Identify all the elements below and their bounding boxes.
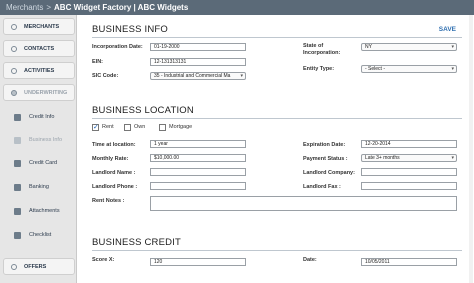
rent-checkbox[interactable]: ✓ — [92, 124, 99, 131]
sidebar-item-label: Banking — [29, 184, 49, 190]
sidebar-item-label: UNDERWRITING — [24, 90, 68, 96]
sidebar-item-label: ACTIVITIES — [24, 68, 55, 74]
breadcrumb-separator: > — [46, 3, 52, 12]
monthly-rate-field[interactable]: $10,000.00 — [150, 154, 246, 162]
time-at-location-field[interactable]: 1 year — [150, 140, 246, 148]
entity-type-value: - Select - — [365, 66, 386, 72]
sic-code-select[interactable]: 35 - Industrial and Commercial Ma ▾ — [150, 72, 246, 80]
sidebar-item-label: OFFERS — [24, 264, 47, 270]
entity-type-select[interactable]: - Select - ▾ — [361, 65, 457, 73]
score-label: Score X: — [92, 257, 115, 263]
business-info-title: BUSINESS INFO — [92, 24, 168, 35]
landlord-name-field[interactable] — [150, 168, 246, 176]
section-divider — [92, 118, 462, 119]
sidebar-item-underwriting[interactable]: UNDERWRITING — [3, 84, 75, 101]
contacts-icon — [11, 46, 17, 52]
mortgage-checkbox[interactable] — [159, 124, 166, 131]
breadcrumb-merchants[interactable]: Merchants — [0, 3, 43, 12]
mortgage-label: Mortgage — [169, 124, 193, 130]
chevron-down-icon: ▾ — [451, 44, 454, 50]
sidebar-item-label: Business Info — [29, 137, 63, 143]
landlord-fax-field[interactable] — [361, 182, 457, 190]
own-label: Own — [134, 124, 146, 130]
rent-label: Rent — [102, 124, 114, 130]
expiration-date-label: Expiration Date: — [303, 142, 346, 148]
expiration-date-field[interactable]: 12-20-2014 — [361, 140, 457, 148]
sidebar-item-contacts[interactable]: CONTACTS — [3, 40, 75, 57]
checklist-icon — [14, 232, 21, 239]
payment-status-value: Late 3+ months — [365, 155, 400, 161]
ein-label: EIN: — [92, 59, 103, 65]
sic-code-label: SIC Code: — [92, 73, 119, 79]
own-checkbox[interactable] — [124, 124, 131, 131]
sidebar-item-merchants[interactable]: MERCHANTS — [3, 18, 75, 35]
monthly-rate-label: Monthly Rate: — [92, 156, 129, 162]
rent-notes-textarea[interactable] — [150, 196, 457, 211]
offers-icon — [11, 264, 17, 270]
top-bar: Merchants > ABC Widget Factory | ABC Widge… — [0, 0, 474, 15]
sidebar-item-label: Attachments — [29, 208, 60, 214]
time-at-location-label: Time at location: — [92, 142, 136, 148]
scrollbar[interactable] — [469, 15, 473, 283]
credit-info-icon — [14, 114, 21, 121]
section-divider — [92, 37, 462, 38]
ein-field[interactable]: 12-131313131 — [150, 58, 246, 66]
payment-status-label: Payment Status : — [303, 156, 348, 162]
landlord-company-field[interactable] — [361, 168, 457, 176]
paperclip-icon — [14, 208, 21, 215]
sidebar-item-label: Checklist — [29, 232, 52, 238]
credit-date-field[interactable]: 10/05/2011 — [361, 258, 457, 266]
sidebar-item-credit-card[interactable]: Credit Card — [3, 155, 75, 172]
landlord-name-label: Landlord Name : — [92, 170, 136, 176]
page-title: ABC Widget Factory | ABC Widgets — [54, 3, 189, 12]
sidebar-item-label: CONTACTS — [24, 46, 55, 52]
bank-icon — [14, 184, 21, 191]
landlord-phone-field[interactable] — [150, 182, 246, 190]
sidebar-item-activities[interactable]: ACTIVITIES — [3, 62, 75, 79]
business-credit-title: BUSINESS CREDIT — [92, 237, 182, 248]
save-button[interactable]: SAVE — [439, 26, 456, 33]
business-location-title: BUSINESS LOCATION — [92, 105, 194, 116]
chevron-down-icon: ▾ — [451, 66, 454, 72]
sidebar-item-offers[interactable]: OFFERS — [3, 258, 75, 275]
sidebar: MERCHANTS CONTACTS ACTIVITIES UNDERWRITI… — [0, 15, 77, 283]
landlord-company-label: Landlord Company: — [303, 170, 355, 176]
state-label: State of Incorporation: — [303, 43, 341, 56]
sidebar-item-attachments[interactable]: Attachments — [3, 203, 75, 220]
rent-notes-label: Rent Notes : — [92, 198, 125, 204]
section-divider — [92, 250, 462, 251]
landlord-fax-label: Landlord Fax : — [303, 184, 341, 190]
sidebar-item-label: Credit Card — [29, 160, 58, 166]
home-icon — [14, 160, 21, 167]
sidebar-item-label: Credit Info — [29, 114, 55, 120]
credit-date-label: Date: — [303, 257, 317, 263]
landlord-phone-label: Landlord Phone : — [92, 184, 138, 190]
chevron-down-icon: ▾ — [240, 73, 243, 79]
score-field[interactable]: 120 — [150, 258, 246, 266]
sidebar-item-business-info[interactable]: Business Info — [3, 132, 75, 149]
sic-code-value: 35 - Industrial and Commercial Ma — [154, 73, 231, 79]
sidebar-item-label: MERCHANTS — [24, 24, 60, 30]
chevron-down-icon: ▾ — [451, 155, 454, 161]
sidebar-item-banking[interactable]: Banking — [3, 179, 75, 196]
merchants-icon — [11, 24, 17, 30]
sidebar-item-credit-info[interactable]: Credit Info — [3, 109, 75, 126]
state-value: NY — [365, 44, 372, 50]
business-info-icon — [14, 137, 21, 144]
incorporation-date-field[interactable]: 01-19-2000 — [150, 43, 246, 51]
sidebar-item-checklist[interactable]: Checklist — [3, 227, 75, 244]
state-select[interactable]: NY ▾ — [361, 43, 457, 51]
entity-type-label: Entity Type: — [303, 66, 335, 72]
incorporation-date-label: Incorporation Date: — [92, 44, 143, 50]
main-content: BUSINESS INFO SAVE Incorporation Date: 0… — [77, 15, 474, 283]
underwriting-icon — [11, 90, 17, 96]
activities-icon — [11, 68, 17, 74]
payment-status-select[interactable]: Late 3+ months ▾ — [361, 154, 457, 162]
